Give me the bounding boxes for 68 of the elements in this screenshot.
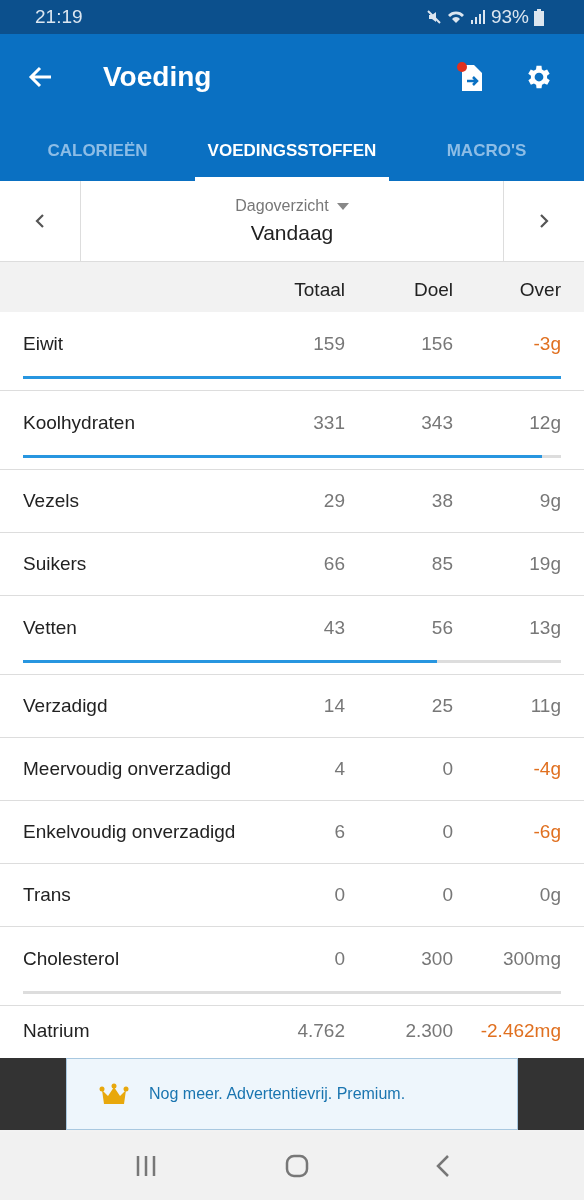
goal-value: 343 <box>420 412 453 434</box>
nutrient-name: Vetten <box>23 617 78 639</box>
total-value: 331 <box>312 412 345 434</box>
premium-text: Nog meer. Advertentievrij. Premium. <box>149 1085 406 1103</box>
column-header: Over <box>518 279 561 301</box>
total-value: 4.762 <box>296 1020 345 1042</box>
crown-icon <box>99 1083 129 1105</box>
status-time: 21:19 <box>35 6 83 28</box>
goal-value: 25 <box>430 695 453 717</box>
nutrient-name: Trans <box>23 884 72 906</box>
goal-value: 0 <box>441 821 453 843</box>
nutrient-name: Cholesterol <box>23 948 121 970</box>
dropdown-icon <box>336 202 349 210</box>
back-nav-icon[interactable] <box>436 1154 451 1178</box>
screen-title: Voeding <box>103 61 213 93</box>
home-icon[interactable] <box>285 1154 309 1178</box>
tab[interactable]: MACRO'S <box>389 120 584 181</box>
column-header: Totaal <box>293 279 345 301</box>
goal-value: 85 <box>430 553 453 575</box>
chevron-right-icon <box>539 213 549 229</box>
remaining-value: 9g <box>538 490 561 512</box>
goal-value: 300 <box>420 948 453 970</box>
column-header: Doel <box>412 279 453 301</box>
remaining-value: -2.462mg <box>479 1020 561 1042</box>
remaining-value: -4g <box>532 758 561 780</box>
total-value: 0 <box>333 948 345 970</box>
remaining-value: 19g <box>528 553 561 575</box>
signal-icon <box>469 9 486 25</box>
goal-value: 0 <box>441 758 453 780</box>
total-value: 4 <box>333 758 345 780</box>
nutrient-name: Verzadigd <box>23 695 109 717</box>
nutrient-name: Enkelvoudig onverzadigd <box>23 821 237 843</box>
remaining-value: 300mg <box>501 948 561 970</box>
tab[interactable]: VOEDINGSSTOFFEN <box>195 120 389 181</box>
goal-value: 156 <box>420 333 453 355</box>
remaining-value: 12g <box>528 412 561 434</box>
premium-banner[interactable]: Nog meer. Advertentievrij. Premium. <box>66 1058 518 1130</box>
total-value: 43 <box>322 617 345 639</box>
total-value: 6 <box>333 821 345 843</box>
battery-icon <box>534 8 544 26</box>
tab[interactable]: CALORIEËN <box>0 120 195 181</box>
remaining-value: 13g <box>528 617 561 639</box>
remaining-value: -6g <box>532 821 561 843</box>
nutrient-name: Suikers <box>23 553 88 575</box>
nutrient-name: Koolhydraten <box>23 412 136 434</box>
back-icon[interactable] <box>27 65 53 89</box>
wifi-icon <box>446 9 465 25</box>
remaining-value: 0g <box>538 884 561 906</box>
remaining-value: -3g <box>532 333 561 355</box>
total-value: 14 <box>322 695 345 717</box>
nutrient-name: Eiwit <box>23 333 65 355</box>
goal-value: 38 <box>430 490 453 512</box>
goal-value: 2.300 <box>404 1020 453 1042</box>
chevron-left-icon <box>35 213 45 229</box>
total-value: 0 <box>333 884 345 906</box>
mute-icon <box>425 9 442 25</box>
total-value: 29 <box>322 490 345 512</box>
goal-value: 56 <box>430 617 453 639</box>
total-value: 159 <box>312 333 345 355</box>
nutrient-name: Vezels <box>23 490 80 512</box>
period-label: Dagoverzicht <box>235 197 329 215</box>
date-value: Vandaag <box>250 221 334 245</box>
remaining-value: 11g <box>529 695 561 717</box>
battery-level: 93% <box>490 6 529 28</box>
total-value: 66 <box>322 553 345 575</box>
goal-value: 0 <box>441 884 453 906</box>
nutrient-name: Meervoudig onverzadigd <box>23 758 233 780</box>
nutrient-name: Natrium <box>23 1020 91 1042</box>
